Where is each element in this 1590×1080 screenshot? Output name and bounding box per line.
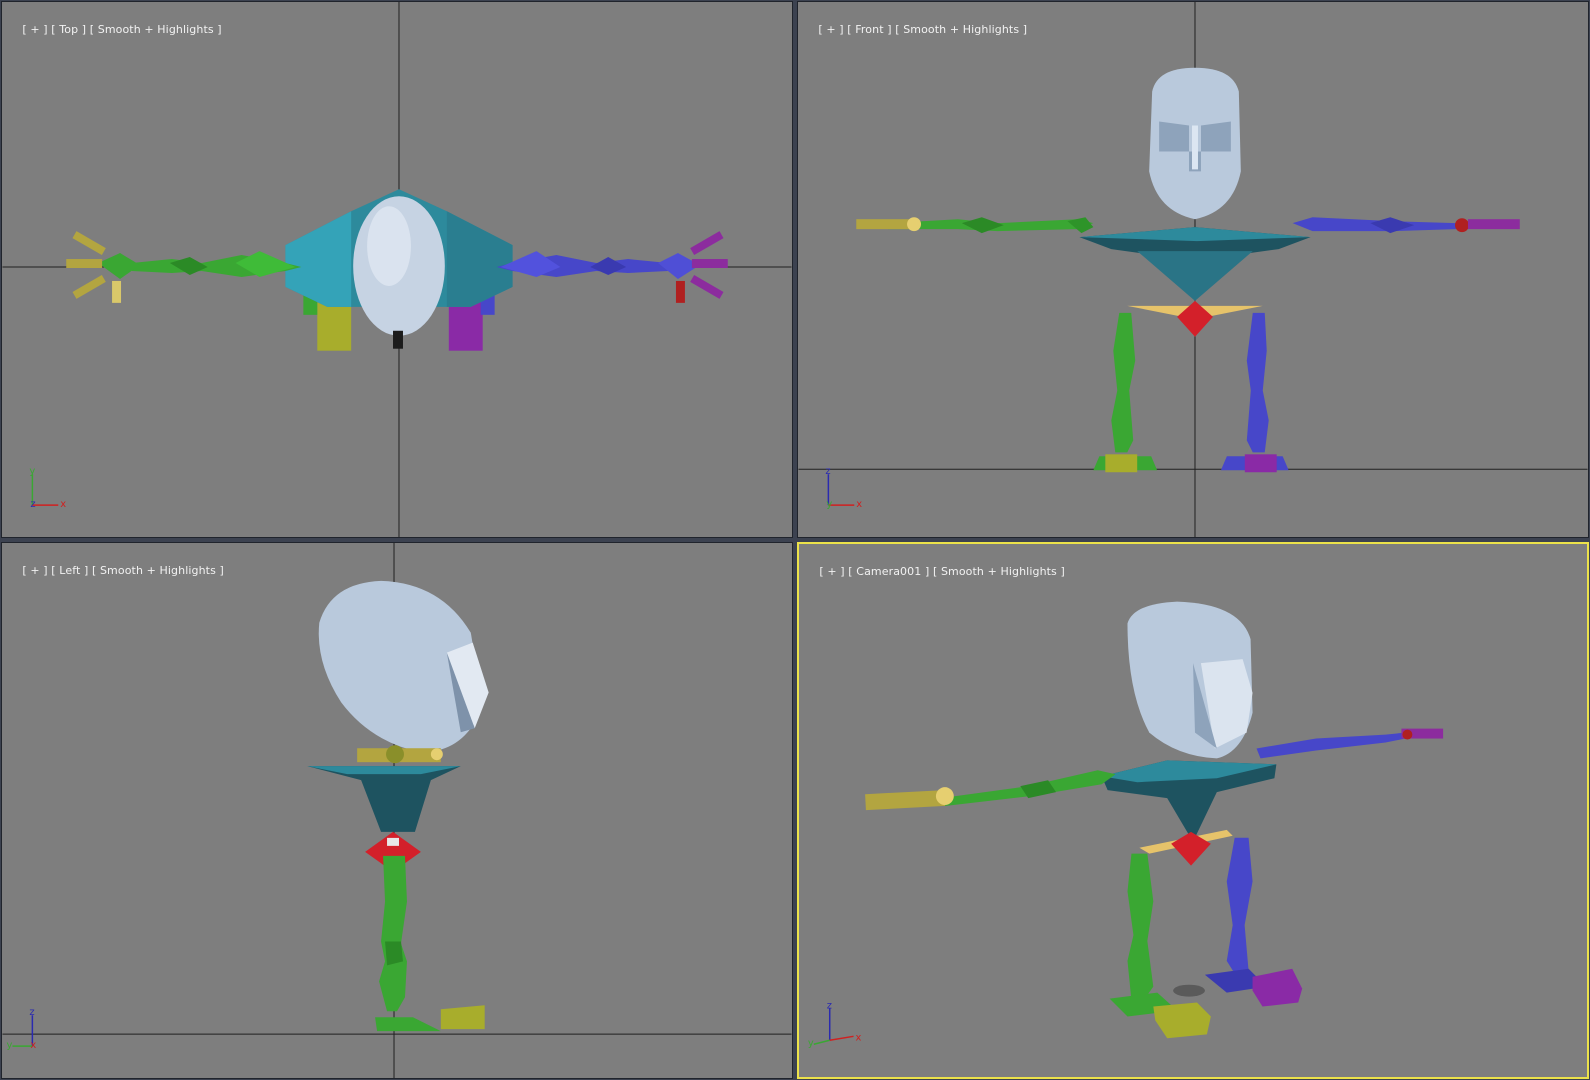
- front-view-canvas[interactable]: z y x: [798, 2, 1588, 537]
- viewport-shading-menu[interactable]: [ Smooth + Highlights ]: [895, 23, 1027, 36]
- foot: [440, 1005, 485, 1030]
- axis-gizmo: z y x: [825, 466, 862, 510]
- axis-label-b: y: [808, 1038, 814, 1049]
- axis-label-b: y: [6, 1040, 12, 1051]
- viewport-plus-menu[interactable]: [ + ]: [22, 23, 47, 36]
- viewport-view-menu[interactable]: [ Left ]: [51, 564, 88, 577]
- axis-label-a: y: [29, 466, 35, 477]
- viewport-shading-menu[interactable]: [ Smooth + Highlights ]: [933, 565, 1065, 578]
- right-foot: [448, 300, 483, 351]
- right-leg: [1246, 312, 1269, 453]
- top-view-canvas[interactable]: y z x: [2, 2, 792, 537]
- viewport-camera[interactable]: z y x [ + ] [ Camera001 ] [ Smooth + Hig…: [797, 542, 1589, 1079]
- viewport-view-menu[interactable]: [ Camera001 ]: [848, 565, 929, 578]
- right-foot: [1244, 454, 1277, 473]
- axis-label-a: z: [29, 1007, 34, 1018]
- axis-label-c: x: [856, 1032, 862, 1043]
- axis-gizmo: y z x: [29, 466, 66, 510]
- viewport-plus-menu[interactable]: [ + ]: [819, 565, 844, 578]
- axis-label-c: x: [30, 1040, 36, 1051]
- left-leg: [1127, 853, 1154, 1001]
- right-hand: [1401, 728, 1444, 740]
- left-hand: [865, 787, 954, 811]
- left-foot: [1105, 454, 1138, 473]
- viewport-top[interactable]: y z x [ + ] [ Top ] [ Smooth + Highlight…: [1, 1, 793, 538]
- viewport-label: [ + ] [ Left ] [ Smooth + Highlights ]: [8, 551, 224, 590]
- left-view-canvas[interactable]: z y x: [2, 543, 792, 1078]
- axis-label-c: x: [856, 499, 862, 510]
- axis-label-b: y: [826, 499, 832, 510]
- axis-label-c: x: [60, 499, 66, 510]
- viewport-front[interactable]: z y x [ + ] [ Front ] [ Smooth + Highlig…: [797, 1, 1589, 538]
- right-foot: [1252, 968, 1303, 1007]
- axis-gizmo: z y x: [6, 1007, 36, 1051]
- right-hand: [1455, 218, 1520, 233]
- left-foot: [1153, 1002, 1211, 1039]
- viewport-plus-menu[interactable]: [ + ]: [22, 564, 47, 577]
- viewport-left[interactable]: z y x [ + ] [ Left ] [ Smooth + Highligh…: [1, 542, 793, 1079]
- viewport-label: [ + ] [ Top ] [ Smooth + Highlights ]: [8, 10, 222, 49]
- viewport-view-menu[interactable]: [ Top ]: [51, 23, 86, 36]
- axis-label-a: z: [825, 466, 830, 477]
- viewport-plus-menu[interactable]: [ + ]: [818, 23, 843, 36]
- torso: [307, 766, 461, 832]
- leg: [379, 855, 407, 1012]
- viewport-view-menu[interactable]: [ Front ]: [847, 23, 891, 36]
- axis-label-a: z: [827, 1001, 832, 1012]
- viewport-label: [ + ] [ Front ] [ Smooth + Highlights ]: [804, 10, 1027, 49]
- left-hand: [856, 217, 922, 232]
- axis-gizmo: z y x: [808, 1001, 862, 1050]
- viewport-label: [ + ] [ Camera001 ] [ Smooth + Highlight…: [805, 552, 1065, 591]
- axis-label-b: z: [30, 499, 35, 510]
- left-leg: [1111, 312, 1136, 453]
- left-foot: [317, 300, 352, 351]
- viewport-shading-menu[interactable]: [ Smooth + Highlights ]: [90, 23, 222, 36]
- right-leg: [1226, 837, 1253, 977]
- right-arm: [1256, 732, 1406, 759]
- viewport-shading-menu[interactable]: [ Smooth + Highlights ]: [92, 564, 224, 577]
- camera-view-canvas[interactable]: z y x: [799, 544, 1587, 1077]
